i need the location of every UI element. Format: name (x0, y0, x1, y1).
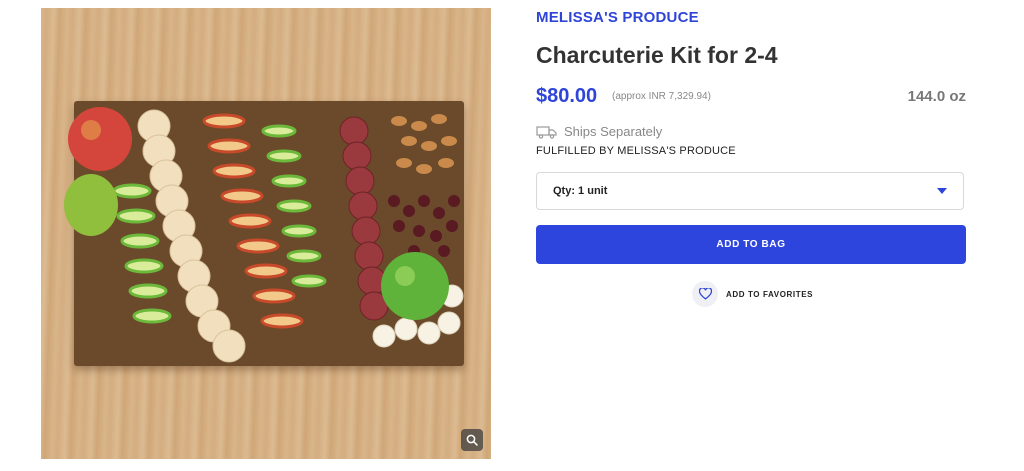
favorites-label: ADD TO FAVORITES (726, 289, 814, 299)
product-image[interactable] (41, 8, 491, 459)
whole-fruits (64, 107, 449, 320)
truck-icon (536, 125, 557, 139)
quantity-select[interactable]: Qty: 1 unit (536, 172, 964, 210)
add-to-favorites-button[interactable]: ADD TO FAVORITES (692, 281, 813, 307)
magnifier-icon (466, 434, 478, 446)
zoom-button[interactable] (461, 429, 483, 451)
quantity-value: Qty: 1 unit (553, 185, 608, 197)
caret-down-icon (937, 188, 947, 194)
vendor-link[interactable]: MELISSA'S PRODUCE (536, 9, 699, 26)
ships-label: Ships Separately (564, 124, 663, 139)
heart-icon (698, 288, 712, 300)
fulfilled-by: FULFILLED BY MELISSA'S PRODUCE (536, 145, 736, 157)
favorite-icon-wrap (692, 281, 718, 307)
product-title: Charcuterie Kit for 2-4 (536, 42, 778, 68)
product-price: $80.00 (536, 85, 598, 107)
ships-separately: Ships Separately (536, 124, 662, 139)
product-weight: 144.0 oz (907, 88, 966, 105)
approx-price: (approx INR 7,329.94) (612, 91, 711, 102)
add-to-bag-button[interactable]: ADD TO BAG (536, 225, 966, 264)
